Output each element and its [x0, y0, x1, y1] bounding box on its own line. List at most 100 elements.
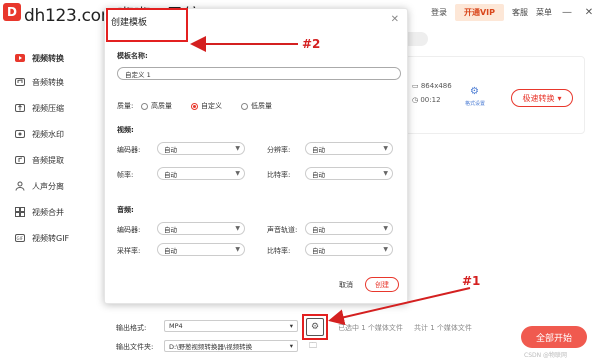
sidebar-item-video-convert[interactable]: 视频转换	[14, 50, 64, 66]
menu-link[interactable]: 菜单	[536, 7, 552, 18]
quality-high-radio[interactable]: 高质量	[141, 101, 172, 111]
create-template-dialog: 创建模板 ✕ 模板名称: 自定义 1 质量: 高质量 自定义 低质量 视频: 编…	[104, 8, 408, 304]
audio-section-title: 音频:	[117, 206, 134, 214]
framerate-value: 自动	[164, 170, 177, 179]
service-link[interactable]: 客服	[512, 7, 528, 18]
output-folder-label: 输出文件夹:	[116, 343, 154, 351]
sidebar: 视频转换 音频转换 视频压缩 视频水印 音频提取 人声分离 视频合并 GIF 视	[0, 44, 100, 254]
audio-encoder-label: 编码器:	[117, 226, 141, 234]
total-info: 共计 1 个媒体文件	[414, 324, 472, 332]
audio-bitrate-select[interactable]: 自动 ▼	[305, 243, 393, 256]
login-link[interactable]: 登录	[431, 7, 447, 18]
fast-convert-button[interactable]: 极速转换 ▾	[511, 89, 573, 107]
sidebar-item-label: 音频提取	[32, 155, 64, 165]
framerate-select[interactable]: 自动 ▼	[157, 167, 245, 180]
sidebar-item-label: 视频合并	[32, 207, 64, 217]
chevron-down-icon: ▼	[235, 225, 240, 232]
radio-icon	[241, 102, 248, 110]
output-folder-value: D:\野葱视频转换器\视频转换	[169, 343, 253, 351]
audio-encoder-value: 自动	[164, 225, 177, 234]
annotation-box-template-button	[302, 314, 328, 340]
sidebar-item-voice-separate[interactable]: 人声分离	[14, 178, 64, 194]
samplerate-select[interactable]: 自动 ▼	[157, 243, 245, 256]
create-button[interactable]: 创建	[365, 277, 399, 292]
video-compress-icon	[14, 102, 26, 114]
chevron-down-icon: ▼	[235, 170, 240, 177]
radio-label: 自定义	[201, 102, 222, 110]
sidebar-item-label: 视频压缩	[32, 103, 64, 113]
bitrate-value: 自动	[312, 170, 325, 179]
sidebar-item-audio-convert[interactable]: 音频转换	[14, 74, 64, 90]
channel-select[interactable]: 自动 ▼	[305, 222, 393, 235]
quality-custom-radio[interactable]: 自定义	[191, 101, 222, 111]
svg-text:GIF: GIF	[17, 236, 24, 241]
fast-convert-label: 极速转换	[522, 93, 555, 103]
radio-selected-icon	[191, 102, 198, 110]
vip-button[interactable]: 开通VIP	[454, 3, 504, 21]
chevron-down-icon: ▼	[235, 246, 240, 253]
resolution-select[interactable]: 自动 ▼	[305, 142, 393, 155]
resolution-text: ▭ 864x486	[412, 82, 452, 90]
app-logo: D	[3, 3, 21, 21]
framerate-label: 帧率:	[117, 171, 134, 179]
chevron-down-icon: ▾	[289, 322, 293, 330]
chevron-down-icon: ▼	[383, 145, 388, 152]
chevron-down-icon: ▾	[289, 342, 293, 350]
chevron-down-icon: ▼	[383, 225, 388, 232]
radio-icon	[141, 102, 148, 110]
video-section-title: 视频:	[117, 126, 134, 134]
annotation-box-title	[106, 8, 188, 42]
sidebar-item-video-compress[interactable]: 视频压缩	[14, 100, 64, 116]
quality-low-radio[interactable]: 低质量	[241, 101, 272, 111]
channel-value: 自动	[312, 225, 325, 234]
encoder-select[interactable]: 自动 ▼	[157, 142, 245, 155]
encoder-label: 编码器:	[117, 146, 141, 154]
sidebar-item-label: 视频水印	[32, 129, 64, 139]
radio-label: 低质量	[251, 102, 272, 110]
sidebar-item-label: 人声分离	[32, 181, 64, 191]
sidebar-item-video-merge[interactable]: 视频合并	[14, 204, 64, 220]
output-format-select[interactable]: MP4 ▾	[164, 320, 298, 332]
sidebar-item-label: 视频转换	[32, 53, 64, 63]
output-folder-select[interactable]: D:\野葱视频转换器\视频转换 ▾	[164, 340, 298, 352]
sidebar-item-watermark[interactable]: 视频水印	[14, 126, 64, 142]
sidebar-item-label: 视频转GIF	[32, 233, 70, 243]
cancel-button[interactable]: 取消	[331, 277, 361, 292]
sidebar-item-audio-extract[interactable]: 音频提取	[14, 152, 64, 168]
minimize-icon[interactable]: —	[560, 5, 574, 19]
radio-label: 高质量	[151, 102, 172, 110]
sidebar-item-gif[interactable]: GIF 视频转GIF	[14, 230, 69, 246]
annotation-label-2: #2	[302, 37, 321, 51]
samplerate-label: 采样率:	[117, 247, 141, 255]
credit-text: CSDN @物联网	[524, 352, 568, 359]
audio-bitrate-label: 比特率:	[267, 247, 291, 255]
audio-encoder-select[interactable]: 自动 ▼	[157, 222, 245, 235]
audio-bitrate-value: 自动	[312, 246, 325, 255]
duration-text: ◷ 00:12	[412, 96, 441, 104]
output-format-value: MP4	[169, 322, 183, 330]
format-settings-label: 格式设置	[465, 101, 486, 107]
encoder-value: 自动	[164, 145, 177, 154]
video-merge-icon	[14, 206, 26, 218]
video-convert-icon	[14, 52, 26, 64]
audio-extract-icon	[14, 154, 26, 166]
sidebar-item-label: 音频转换	[32, 77, 64, 87]
chevron-down-icon: ▼	[383, 246, 388, 253]
resolution-value: 自动	[312, 145, 325, 154]
close-window-icon[interactable]: ✕	[582, 5, 596, 19]
quality-label: 质量:	[117, 102, 134, 110]
start-all-button[interactable]: 全部开始	[521, 326, 587, 348]
selected-info: 已选中 1 个媒体文件	[338, 324, 403, 332]
chevron-down-icon: ▼	[383, 170, 388, 177]
channel-label: 声音轨道:	[267, 226, 298, 234]
folder-icon[interactable]: 🗀	[309, 340, 317, 354]
watermark-icon	[14, 128, 26, 140]
audio-convert-icon	[14, 76, 26, 88]
annotation-label-1: #1	[462, 274, 481, 288]
gif-icon: GIF	[14, 232, 26, 244]
close-icon[interactable]: ✕	[391, 14, 399, 25]
format-settings-icon[interactable]: ⚙	[470, 86, 479, 97]
chevron-down-icon: ▼	[235, 145, 240, 152]
template-name-input[interactable]: 自定义 1	[117, 67, 401, 80]
bitrate-select[interactable]: 自动 ▼	[305, 167, 393, 180]
